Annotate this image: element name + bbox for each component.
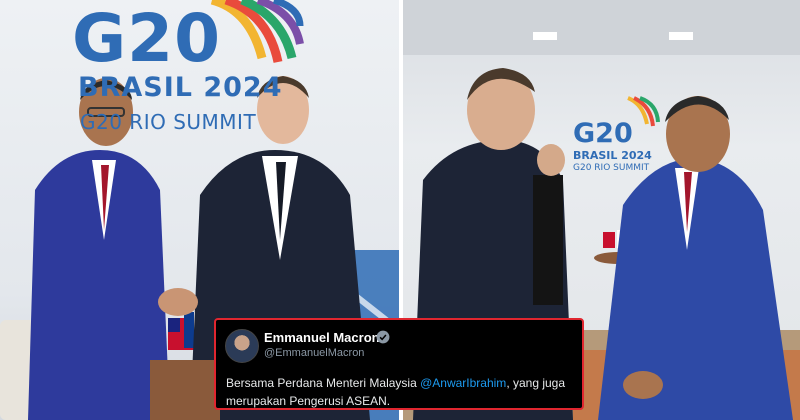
rio-summit-text: G20 RIO SUMMIT [573,163,650,173]
tweet-text: Bersama Perdana Menteri Malaysia @AnwarI… [226,374,576,410]
rio-summit-text: G20 RIO SUMMIT [80,110,257,134]
avatar[interactable] [225,329,259,363]
tweet-card[interactable]: Emmanuel Macron @EmmanuelMacron Bersama … [214,318,584,410]
tweet-text-part: Bersama Perdana Menteri Malaysia [226,376,421,390]
tweet-mention-link[interactable]: @AnwarIbrahim [420,376,506,390]
ceiling [403,0,800,55]
tweet-author-name[interactable]: Emmanuel Macron [264,330,380,345]
g20-logo-text: G20 [573,118,633,149]
ceiling-light [533,32,557,40]
tweet-author-handle[interactable]: @EmmanuelMacron [264,347,364,359]
g20-logo-text: G20 [72,0,222,77]
handshake [158,288,198,316]
brasil-2024-text: BRASIL 2024 [573,149,652,162]
g20-logo-graphic [210,0,304,63]
verified-badge-icon [376,330,390,344]
side-table [150,360,220,420]
brasil-2024-text: BRASIL 2024 [78,72,283,103]
ceiling-light [669,32,693,40]
